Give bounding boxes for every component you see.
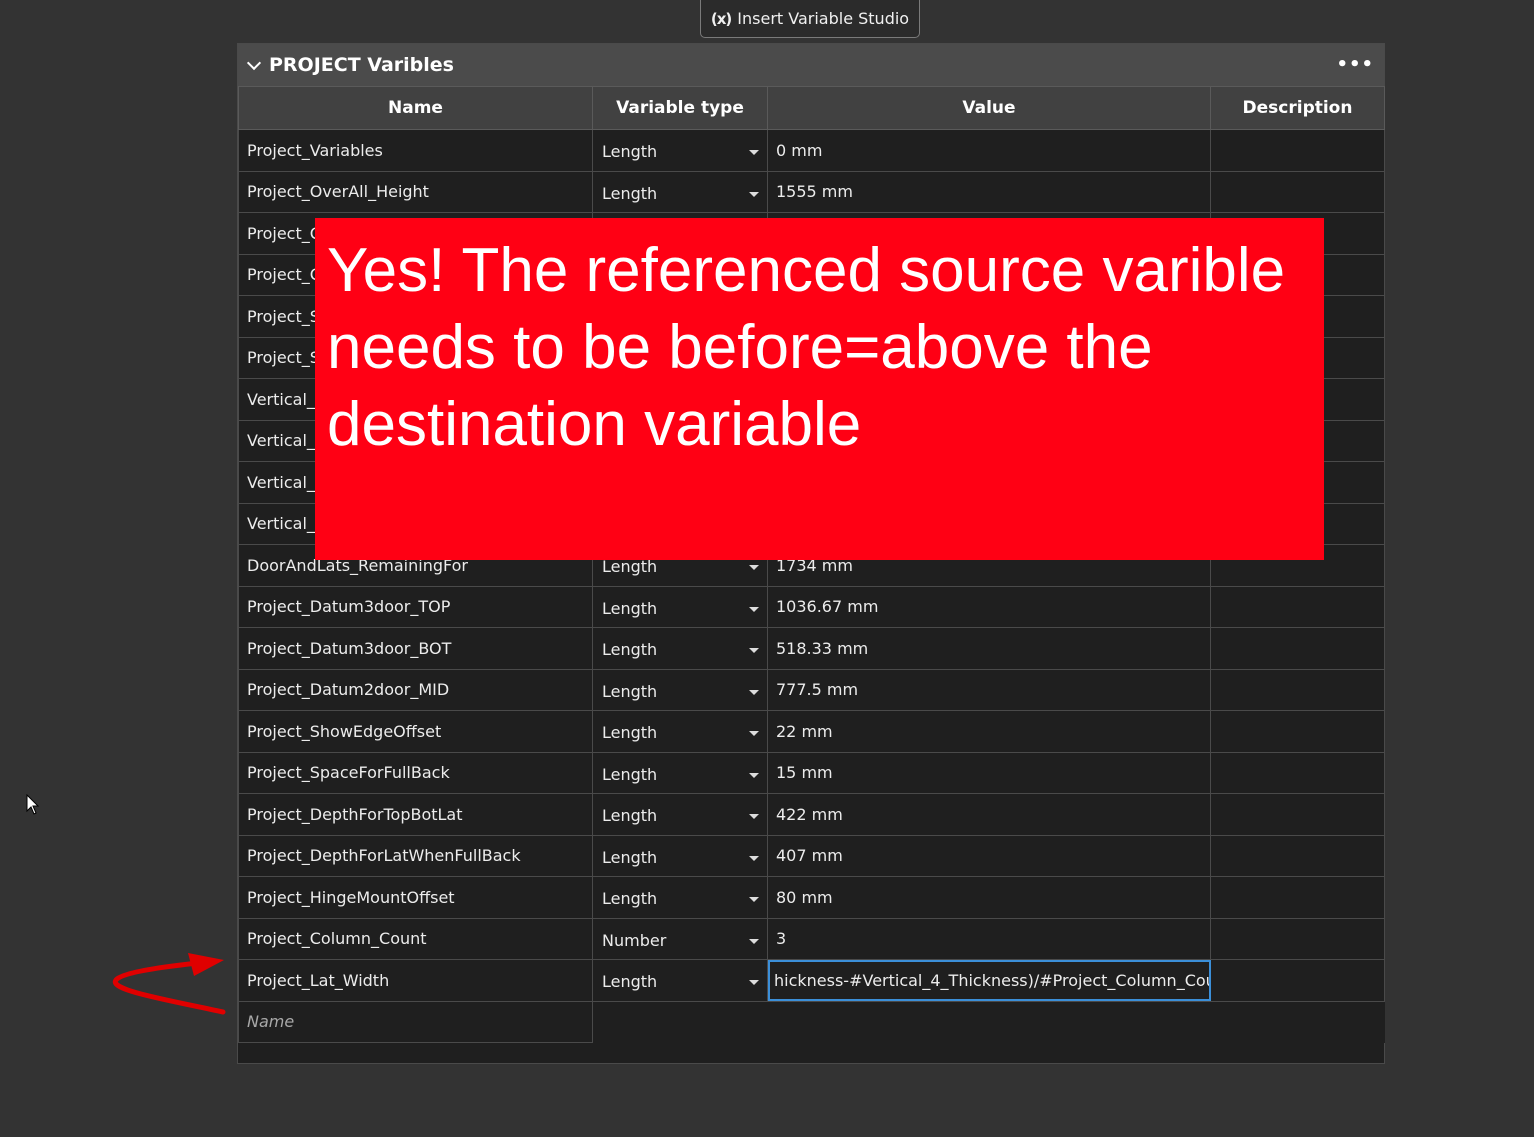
table-row[interactable]: Project_ShowEdgeOffset Length 22 mm: [238, 710, 1385, 753]
variable-description-cell[interactable]: [1210, 668, 1385, 711]
table-header-row: Name Variable type Value Description: [238, 86, 1385, 130]
variable-description-cell[interactable]: [1210, 917, 1385, 960]
new-variable-name-input[interactable]: Name: [238, 1000, 593, 1043]
variable-name-cell[interactable]: Project_SpaceForFullBack: [238, 751, 593, 794]
variable-value-cell[interactable]: 422 mm: [767, 793, 1211, 836]
variable-type-select[interactable]: Length: [592, 751, 768, 794]
variable-name-cell[interactable]: Project_Datum2door_MID: [238, 668, 593, 711]
variable-description-cell[interactable]: [1210, 834, 1385, 877]
variable-value-cell[interactable]: 15 mm: [767, 751, 1211, 794]
variable-value-cell[interactable]: 407 mm: [767, 834, 1211, 877]
variable-name-cell[interactable]: Project_Datum3door_TOP: [238, 585, 593, 628]
column-header-name: Name: [238, 86, 593, 130]
table-row[interactable]: Project_OverAll_Height Length 1555 mm: [238, 170, 1385, 213]
variable-name-cell[interactable]: Project_DepthForTopBotLat: [238, 793, 593, 836]
variable-name-cell[interactable]: Project_Column_Count: [238, 917, 593, 960]
variable-value-text: 422 mm: [776, 804, 843, 824]
variable-type-select[interactable]: Length: [592, 959, 768, 1002]
variable-value-cell[interactable]: 518.33 mm: [767, 627, 1211, 670]
variable-value-text: 518.33 mm: [776, 638, 869, 658]
insert-variable-studio-label: Insert Variable Studio: [737, 9, 910, 28]
variable-name-cell[interactable]: Project_Datum3door_BOT: [238, 627, 593, 670]
variable-description-cell[interactable]: [1210, 627, 1385, 670]
variable-type-select[interactable]: Length: [592, 876, 768, 919]
panel-header[interactable]: PROJECT Varibles •••: [238, 44, 1384, 86]
variable-description-cell[interactable]: [1210, 876, 1385, 919]
variable-name-cell[interactable]: Project_DepthForLatWhenFullBack: [238, 834, 593, 877]
variable-value-cell[interactable]: 22 mm: [767, 710, 1211, 753]
table-row[interactable]: Project_Datum3door_TOP Length 1036.67 mm: [238, 585, 1385, 628]
variable-value-input[interactable]: hickness-#Vertical_4_Thickness)/#Project…: [767, 959, 1211, 1002]
table-row[interactable]: Project_DepthForLatWhenFullBack Length 407…: [238, 834, 1385, 877]
variable-description-cell[interactable]: [1210, 959, 1385, 1002]
mouse-cursor-icon: [26, 794, 40, 815]
column-header-description: Description: [1210, 86, 1385, 130]
variable-value-cell[interactable]: 0 mm: [767, 129, 1211, 172]
variable-value-text: 80 mm: [776, 887, 833, 907]
variable-name-cell[interactable]: Project_OverAll_Height: [238, 170, 593, 213]
variable-value-text: 1555 mm: [776, 182, 853, 202]
insert-variable-studio-button[interactable]: (x) Insert Variable Studio: [700, 0, 920, 38]
variable-type-select[interactable]: Length: [592, 710, 768, 753]
variable-type-select[interactable]: Length: [592, 585, 768, 628]
variable-name-cell[interactable]: Project_Lat_Width: [238, 959, 593, 1002]
variable-type-select[interactable]: Length: [592, 627, 768, 670]
variable-type-select[interactable]: Number: [592, 917, 768, 960]
table-row[interactable]: Project_Lat_Width Length hickness-#Vertica…: [238, 959, 1385, 1002]
more-options-icon[interactable]: •••: [1336, 54, 1374, 75]
variable-type-select[interactable]: Length: [592, 834, 768, 877]
annotation-callout: Yes! The referenced source varible needs…: [315, 218, 1324, 560]
variable-description-cell[interactable]: [1210, 793, 1385, 836]
variable-description-cell[interactable]: [1210, 170, 1385, 213]
variable-value-cell[interactable]: 1036.67 mm: [767, 585, 1211, 628]
variable-name-cell[interactable]: Project_ShowEdgeOffset: [238, 710, 593, 753]
variable-value-text: 777.5 mm: [776, 680, 859, 700]
table-row[interactable]: Project_SpaceForFullBack Length 15 mm: [238, 751, 1385, 794]
variable-type-select[interactable]: Length: [592, 793, 768, 836]
variable-value-cell[interactable]: 777.5 mm: [767, 668, 1211, 711]
table-row[interactable]: Project_HingeMountOffset Length 80 mm: [238, 876, 1385, 919]
variable-type-select[interactable]: Length: [592, 668, 768, 711]
variable-description-cell[interactable]: [1210, 585, 1385, 628]
panel-title: PROJECT Varibles: [269, 54, 454, 76]
variable-name-cell[interactable]: Project_HingeMountOffset: [238, 876, 593, 919]
new-variable-row[interactable]: Name: [238, 1000, 1385, 1043]
variable-type-select[interactable]: Length: [592, 170, 768, 213]
table-row[interactable]: Project_Datum3door_BOT Length 518.33 mm: [238, 627, 1385, 670]
red-arrow-annotation: [112, 953, 226, 1015]
variable-value-text: 407 mm: [776, 846, 843, 866]
table-row[interactable]: Project_Variables Length 0 mm: [238, 129, 1385, 172]
variable-value-cell[interactable]: 3: [767, 917, 1211, 960]
empty-cell: [592, 1001, 1385, 1043]
variable-description-cell[interactable]: [1210, 129, 1385, 172]
variable-description-cell[interactable]: [1210, 710, 1385, 753]
variable-value-text: 0 mm: [776, 140, 823, 160]
variable-value-text: 3: [776, 929, 787, 949]
variable-value-text: hickness-#Vertical_4_Thickness)/#Project…: [774, 970, 1211, 990]
table-row[interactable]: Project_Datum2door_MID Length 777.5 mm: [238, 668, 1385, 711]
variable-studio-icon: (x): [710, 9, 732, 28]
variable-value-text: 15 mm: [776, 763, 833, 783]
variable-value-text: 22 mm: [776, 721, 833, 741]
table-row[interactable]: Project_Column_Count Number 3: [238, 917, 1385, 960]
variable-value-text: 1036.67 mm: [776, 597, 879, 617]
column-header-variable-type: Variable type: [592, 86, 768, 130]
variable-value-cell[interactable]: 1555 mm: [767, 170, 1211, 213]
variable-value-cell[interactable]: 80 mm: [767, 876, 1211, 919]
chevron-down-icon[interactable]: [246, 55, 262, 71]
variable-name-cell[interactable]: Project_Variables: [238, 129, 593, 172]
variable-description-cell[interactable]: [1210, 751, 1385, 794]
variable-type-select[interactable]: Length: [592, 129, 768, 172]
column-header-value: Value: [767, 86, 1211, 130]
table-row[interactable]: Project_DepthForTopBotLat Length 422 mm: [238, 793, 1385, 836]
